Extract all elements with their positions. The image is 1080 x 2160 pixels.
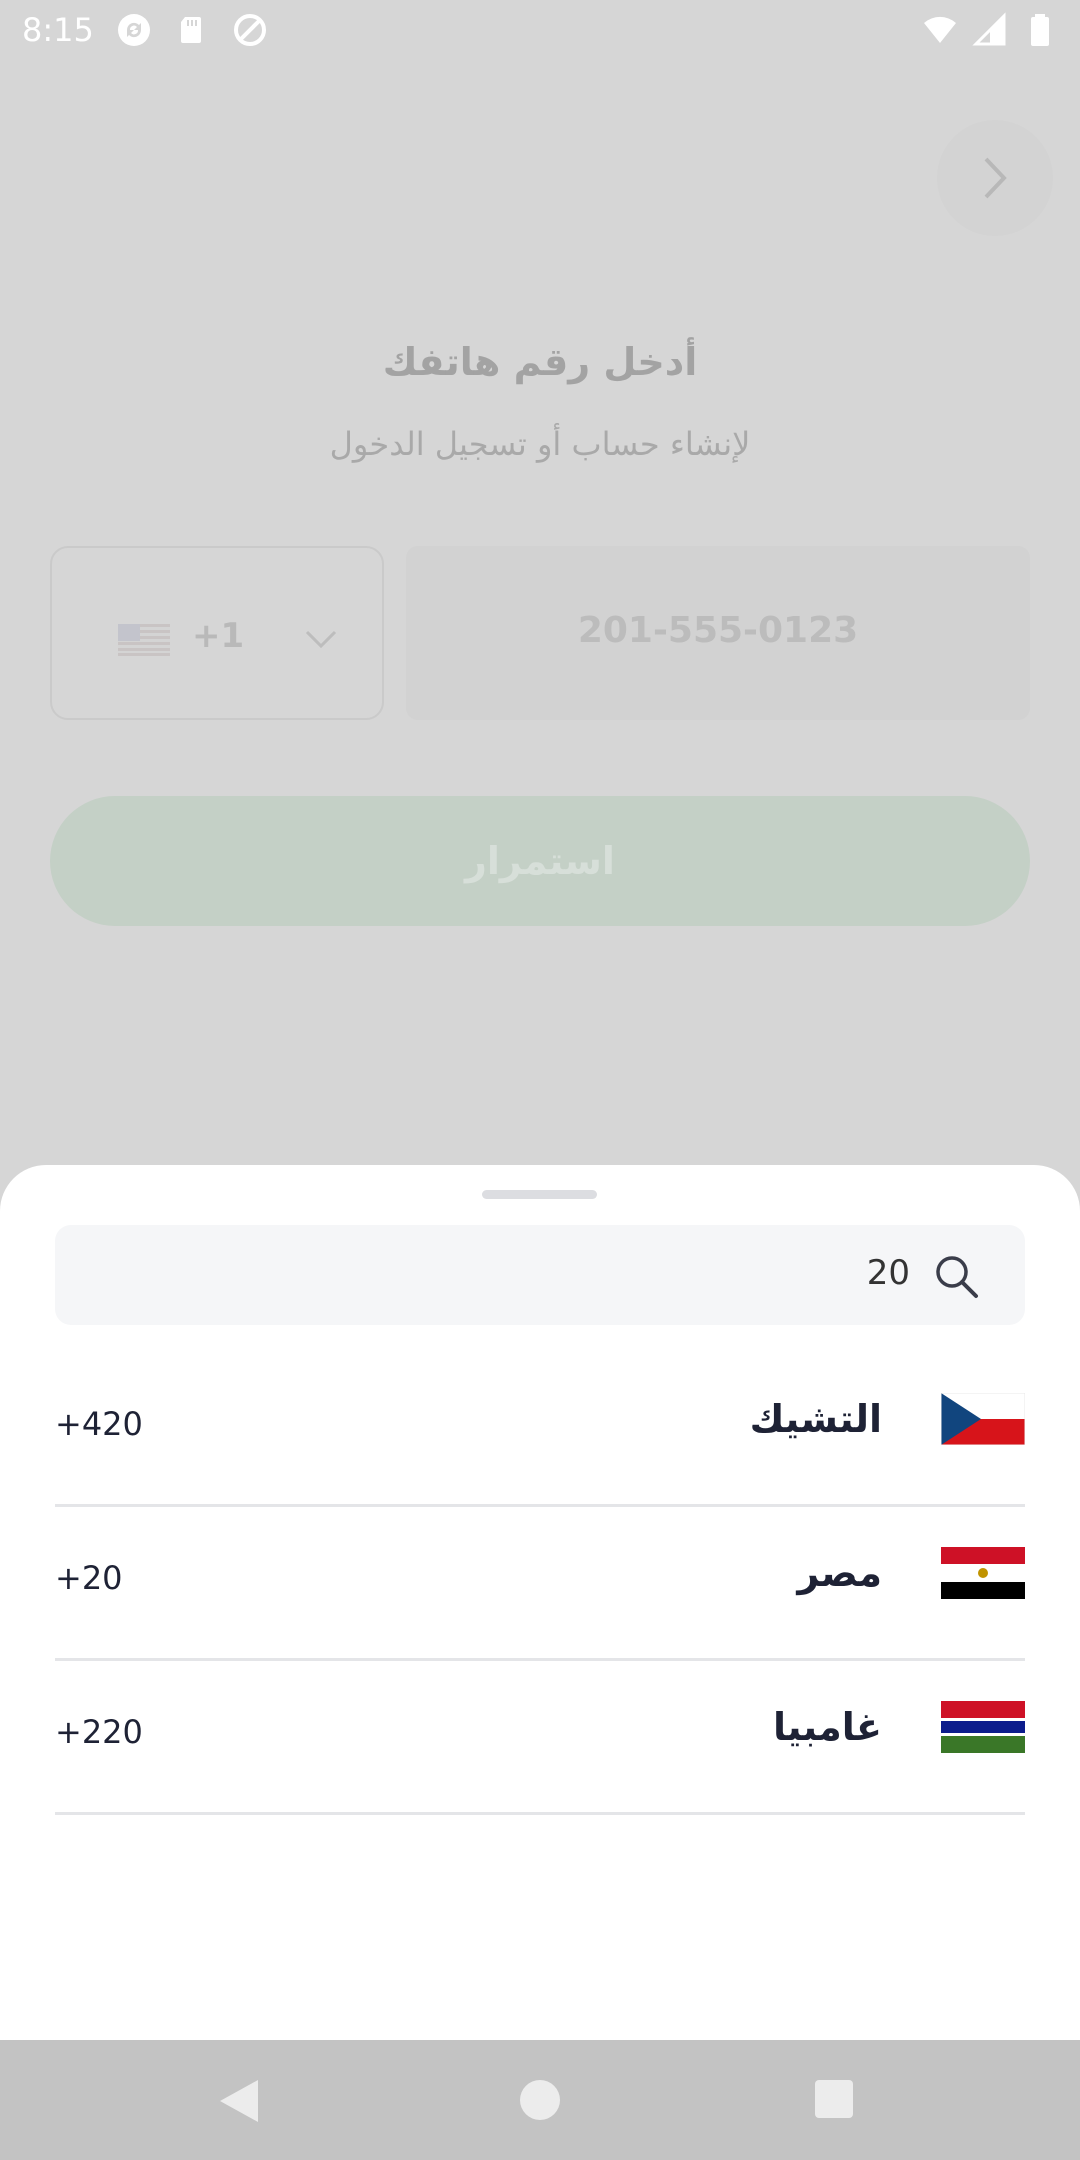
blocked-icon (233, 14, 266, 46)
sd-card-icon (180, 17, 201, 43)
home-icon[interactable] (520, 2080, 560, 2120)
phone-number-input[interactable]: 201-555-0123 (406, 546, 1030, 720)
status-bar: 8:15 (0, 0, 1080, 60)
country-code-select[interactable]: +1 (50, 546, 384, 720)
phone-entry-screen: أدخل رقم هاتفك لإنشاء حساب أو تسجيل الدخ… (0, 60, 1080, 1170)
country-picker-sheet: 20 +420 التشيك +20 مصر +220 غامبيا (0, 1165, 1080, 2040)
country-code: +20 (55, 1559, 123, 1597)
country-name: مصر (797, 1551, 882, 1595)
battery-icon (1031, 14, 1049, 46)
chevron-right-icon (984, 157, 1007, 199)
recent-apps-icon[interactable] (815, 2080, 853, 2118)
signal-icon (972, 12, 1006, 46)
egypt-flag-icon (941, 1547, 1025, 1599)
continue-button[interactable]: استمرار (50, 796, 1030, 926)
page-title: أدخل رقم هاتفك (382, 340, 698, 384)
country-list: +420 التشيك +20 مصر +220 غامبيا (55, 1353, 1025, 1815)
country-name: غامبيا (772, 1705, 882, 1749)
page-subtitle: لإنشاء حساب أو تسجيل الدخول (329, 425, 751, 463)
chevron-down-icon (305, 630, 337, 649)
country-row-czechia[interactable]: +420 التشيك (55, 1353, 1025, 1507)
system-nav-bar (0, 2040, 1080, 2160)
back-icon[interactable] (218, 2078, 260, 2124)
selected-country-code: +1 (192, 616, 245, 656)
country-code: +420 (55, 1405, 143, 1443)
country-code: +220 (55, 1713, 143, 1751)
gambia-flag-icon (941, 1701, 1025, 1753)
czech-flag-icon (941, 1393, 1025, 1445)
country-name: التشيك (749, 1397, 882, 1441)
country-search-input[interactable]: 20 (55, 1225, 1025, 1325)
status-time: 8:15 (22, 11, 94, 49)
wifi-icon (924, 16, 956, 43)
country-row-egypt[interactable]: +20 مصر (55, 1507, 1025, 1661)
search-icon (936, 1256, 978, 1298)
next-button[interactable] (937, 120, 1053, 236)
sheet-drag-handle[interactable] (482, 1190, 597, 1199)
search-value: 20 (866, 1253, 910, 1293)
us-flag-icon (118, 624, 170, 656)
country-row-gambia[interactable]: +220 غامبيا (55, 1661, 1025, 1815)
sync-icon (117, 14, 150, 46)
